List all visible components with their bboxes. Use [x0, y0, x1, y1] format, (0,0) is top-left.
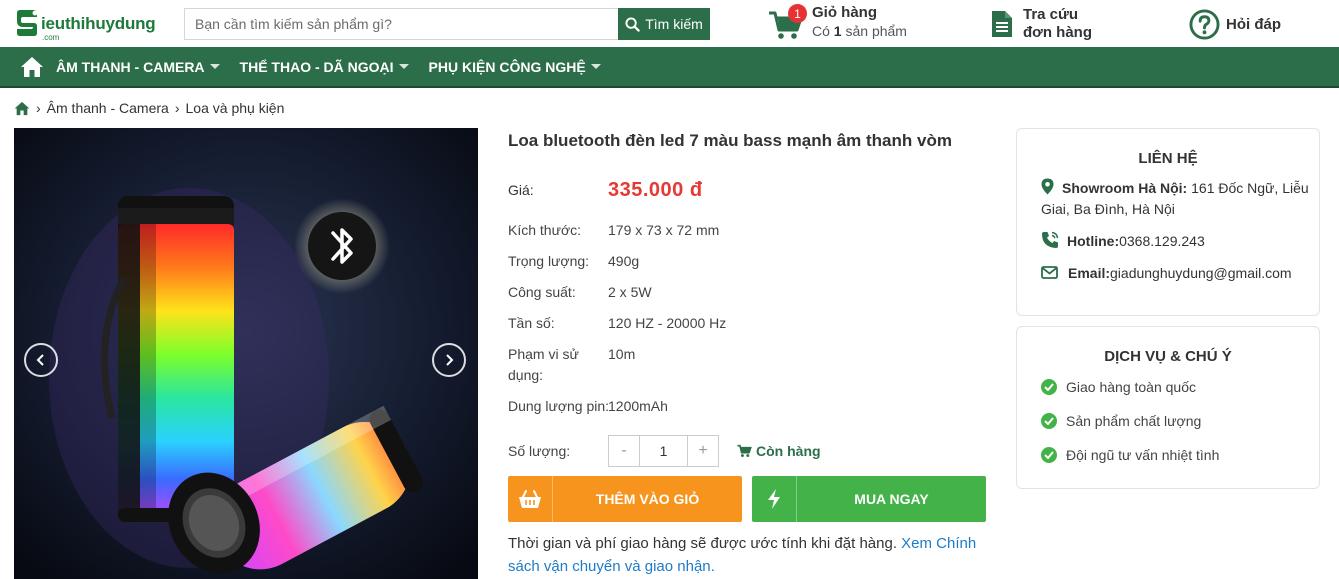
service-item: Giao hàng toàn quốc — [1041, 379, 1196, 395]
logo-sub: .com — [42, 33, 60, 42]
gallery-prev-button[interactable] — [24, 343, 58, 377]
caret-down-icon — [590, 64, 601, 69]
check-circle-icon — [1041, 413, 1057, 429]
buy-now-label: MUA NGAY — [854, 491, 929, 507]
tracking-line1: Tra cứu — [1023, 6, 1079, 23]
quantity-input[interactable] — [639, 436, 688, 466]
quantity-label: Số lượng: — [508, 443, 571, 459]
cart-widget[interactable]: 1 Giỏ hàng Có 1 sản phẩm — [768, 4, 907, 40]
chevron-right-icon: › — [174, 100, 180, 116]
faq-label: Hỏi đáp — [1226, 16, 1281, 33]
contact-box: LIÊN HỆ Showroom Hà Nội: 161 Đốc Ngữ, Li… — [1016, 128, 1320, 316]
gallery-next-button[interactable] — [432, 343, 466, 377]
shipping-note: Thời gian và phí giao hàng sẽ được ước t… — [508, 535, 977, 575]
lightning-icon — [752, 476, 797, 522]
chevron-right-icon — [446, 354, 454, 366]
spec-label: Tần số: — [508, 315, 555, 331]
nav-item-am-thanh-camera[interactable]: ÂM THANH - CAMERA — [56, 59, 220, 75]
question-icon — [1189, 9, 1220, 40]
search-button-label: Tìm kiếm — [645, 16, 703, 32]
caret-down-icon — [209, 64, 220, 69]
buy-now-button[interactable]: MUA NGAY — [752, 476, 986, 522]
chevron-left-icon — [36, 354, 44, 366]
spec-label: Trọng lượng: — [508, 253, 590, 269]
search-icon — [625, 16, 640, 32]
services-box: DỊCH VỤ & CHÚ Ý Giao hàng toàn quốc Sản … — [1016, 326, 1320, 489]
spec-label: Phạm vi sử dụng: — [508, 346, 579, 383]
product-title: Loa bluetooth đèn led 7 màu bass mạnh âm… — [508, 131, 952, 150]
search-input[interactable] — [185, 9, 618, 39]
spec-value: 10m — [608, 346, 636, 362]
chevron-right-icon: › — [36, 100, 41, 116]
nav-item-phu-kien-cong-nghe[interactable]: PHỤ KIỆN CÔNG NGHỆ — [429, 59, 601, 75]
stock-status: Còn hàng — [737, 443, 821, 459]
contact-showroom: Showroom Hà Nội: 161 Đốc Ngữ, Liễu Giai,… — [1041, 178, 1309, 217]
nav-item-the-thao-da-ngoai[interactable]: THỂ THAO - DÃ NGOẠI — [240, 59, 409, 75]
product-image — [14, 128, 478, 579]
site-logo[interactable]: ieuthihuydung .com — [14, 8, 156, 42]
basket-icon — [508, 476, 553, 522]
cart-icon: 1 — [768, 4, 807, 39]
tracking-line2: đơn hàng — [1023, 24, 1092, 41]
price-label: Giá: — [508, 182, 534, 198]
check-circle-icon — [1041, 379, 1057, 395]
add-to-cart-button[interactable]: THÊM VÀO GIỎ — [508, 476, 742, 522]
product-price: 335.000 đ — [608, 179, 703, 201]
main-nav: ÂM THANH - CAMERA THỂ THAO - DÃ NGOẠI PH… — [0, 47, 1339, 88]
logo-text: ieuthihuydung — [41, 14, 156, 33]
breadcrumb-item-subcategory[interactable]: Loa và phụ kiện — [186, 100, 285, 116]
nav-home[interactable] — [8, 47, 56, 86]
spec-value: 490g — [608, 253, 640, 269]
contact-email[interactable]: Email:giadunghuydung@gmail.com — [1041, 263, 1292, 284]
product-image-gallery[interactable] — [14, 128, 478, 579]
spec-value: 2 x 5W — [608, 284, 652, 300]
phone-icon — [1042, 231, 1059, 248]
caret-down-icon — [398, 64, 409, 69]
spec-label: Dung lượng pin: — [508, 398, 610, 414]
search-button[interactable]: Tìm kiếm — [618, 8, 710, 40]
cart-small-icon — [737, 444, 752, 457]
service-item: Sản phẩm chất lượng — [1041, 413, 1201, 429]
home-icon — [21, 56, 43, 77]
document-icon — [992, 11, 1012, 37]
stock-label: Còn hàng — [756, 443, 821, 459]
spec-value: 120 HZ - 20000 Hz — [608, 315, 727, 331]
breadcrumb-item-category[interactable]: Âm thanh - Camera — [47, 100, 169, 116]
location-pin-icon — [1041, 178, 1054, 195]
logo-mark-icon — [14, 8, 40, 38]
contact-title: LIÊN HỆ — [1138, 150, 1198, 167]
cart-count-badge: 1 — [788, 4, 807, 23]
spec-value: 1200mAh — [608, 398, 668, 414]
quantity-stepper: - + — [608, 435, 719, 467]
services-title: DỊCH VỤ & CHÚ Ý — [1104, 348, 1232, 365]
order-tracking-link[interactable]: Tra cứu đơn hàng — [990, 6, 1092, 42]
add-to-cart-label: THÊM VÀO GIỎ — [595, 491, 700, 507]
envelope-icon — [1041, 266, 1058, 279]
faq-link[interactable]: Hỏi đáp — [1189, 9, 1281, 40]
quantity-increase-button[interactable]: + — [688, 436, 718, 466]
quantity-decrease-button[interactable]: - — [609, 436, 639, 466]
service-item: Đội ngũ tư vấn nhiệt tình — [1041, 447, 1219, 463]
check-circle-icon — [1041, 447, 1057, 463]
breadcrumb: › Âm thanh - Camera › Loa và phụ kiện — [14, 100, 284, 116]
spec-label: Kích thước: — [508, 222, 582, 238]
spec-value: 179 x 73 x 72 mm — [608, 222, 720, 238]
search-box — [184, 8, 618, 40]
breadcrumb-home-icon[interactable] — [14, 101, 30, 116]
cart-title: Giỏ hàng — [812, 4, 877, 21]
top-header: ieuthihuydung .com Tìm kiếm 1 Giỏ hàng C… — [0, 0, 1339, 47]
spec-label: Công suất: — [508, 284, 576, 300]
cart-summary: Có 1 sản phẩm — [812, 23, 907, 39]
contact-hotline[interactable]: Hotline:0368.129.243 — [1041, 231, 1205, 252]
